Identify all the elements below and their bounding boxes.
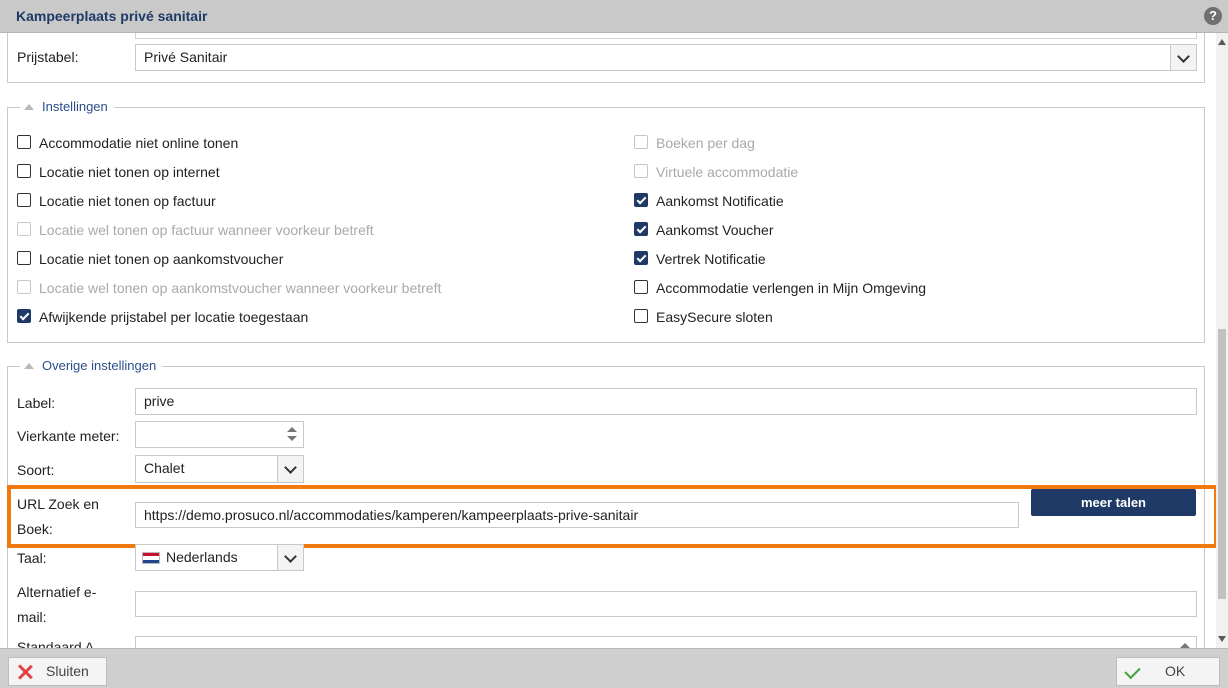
number-spinner[interactable] bbox=[287, 427, 297, 441]
alt-email-label-line2: mail: bbox=[17, 609, 47, 625]
scroll-up-icon[interactable] bbox=[1218, 39, 1226, 45]
checkmark-icon bbox=[1124, 662, 1141, 680]
checkbox-label: Locatie wel tonen op aankomstvoucher wan… bbox=[39, 280, 442, 296]
checkbox bbox=[17, 222, 31, 236]
scroll-down-icon[interactable] bbox=[1218, 636, 1226, 642]
checkbox-checked[interactable] bbox=[634, 222, 648, 236]
overige-legend[interactable]: Overige instellingen bbox=[20, 358, 163, 373]
spinner-up-icon[interactable] bbox=[287, 427, 297, 432]
soort-value: Chalet bbox=[144, 460, 185, 476]
checkbox-checked[interactable] bbox=[634, 193, 648, 207]
instellingen-legend[interactable]: Instellingen bbox=[20, 99, 114, 114]
checkbox-label: Aankomst Voucher bbox=[656, 222, 774, 238]
content-scrollbar[interactable] bbox=[1216, 33, 1228, 648]
prijstabel-label: Prijstabel: bbox=[17, 49, 79, 65]
soort-select[interactable]: Chalet bbox=[135, 455, 304, 483]
soort-dropdown-button[interactable] bbox=[277, 456, 303, 482]
ok-button[interactable]: OK bbox=[1116, 657, 1220, 686]
dialog-footer: Sluiten OK bbox=[0, 648, 1228, 688]
soort-label: Soort: bbox=[17, 462, 55, 478]
collapse-triangle-icon bbox=[24, 363, 34, 369]
checkbox[interactable] bbox=[17, 135, 31, 149]
checkbox-label: Locatie niet tonen op internet bbox=[39, 164, 220, 180]
collapse-triangle-icon bbox=[24, 104, 34, 110]
alt-email-label-line1: Alternatief e- bbox=[17, 584, 97, 600]
meer-talen-button[interactable]: meer talen bbox=[1031, 489, 1196, 516]
sluiten-button[interactable]: Sluiten bbox=[8, 657, 107, 686]
taal-label: Taal: bbox=[17, 550, 47, 566]
alt-email-input[interactable] bbox=[135, 591, 1197, 617]
cut-off-label: Standaard A... bbox=[17, 639, 106, 648]
flag-nl-icon bbox=[142, 552, 160, 564]
checkbox-label: Virtuele accommodatie bbox=[656, 164, 799, 180]
checkbox bbox=[634, 164, 648, 178]
checkbox bbox=[17, 280, 31, 294]
checkbox-checked[interactable] bbox=[17, 309, 31, 323]
checkbox-label: Vertrek Notificatie bbox=[656, 251, 766, 267]
checkbox-label: Accommodatie verlengen in Mijn Omgeving bbox=[656, 280, 927, 296]
sluiten-label: Sluiten bbox=[46, 663, 89, 679]
taal-select[interactable]: Nederlands bbox=[135, 544, 304, 571]
checkbox-label: EasySecure sloten bbox=[656, 309, 773, 325]
previous-field-edge bbox=[135, 33, 1197, 39]
dialog-titlebar: Kampeerplaats privé sanitair ? bbox=[0, 0, 1228, 33]
checkbox-label: Afwijkende prijstabel per locatie toeges… bbox=[39, 309, 309, 325]
instellingen-title: Instellingen bbox=[42, 99, 108, 114]
checkbox-label: Locatie niet tonen op factuur bbox=[39, 193, 216, 209]
checkbox[interactable] bbox=[634, 309, 648, 323]
checkbox[interactable] bbox=[634, 280, 648, 294]
checkbox bbox=[634, 135, 648, 149]
checkbox[interactable] bbox=[17, 251, 31, 265]
url-label-line1: URL Zoek en bbox=[17, 496, 99, 512]
chevron-down-icon bbox=[1177, 50, 1190, 63]
vierkante-meter-input[interactable] bbox=[135, 421, 304, 448]
taal-dropdown-button[interactable] bbox=[277, 545, 303, 570]
checkbox-label: Aankomst Notificatie bbox=[656, 193, 784, 209]
ok-label: OK bbox=[1165, 663, 1186, 679]
checkbox-label: Accommodatie niet online tonen bbox=[39, 135, 239, 151]
cut-off-textarea[interactable] bbox=[135, 636, 1197, 648]
taal-value: Nederlands bbox=[166, 549, 238, 565]
url-zoek-en-boek-input[interactable]: https://demo.prosuco.nl/accommodaties/ka… bbox=[135, 502, 1019, 528]
close-icon bbox=[17, 664, 33, 680]
checkbox[interactable] bbox=[17, 164, 31, 178]
checkbox-label: Locatie wel tonen op factuur wanneer voo… bbox=[39, 222, 374, 238]
dialog-title: Kampeerplaats privé sanitair bbox=[16, 8, 208, 24]
scrollbar-thumb[interactable] bbox=[1218, 329, 1226, 599]
label-input[interactable]: prive bbox=[135, 388, 1197, 415]
prijstabel-value: Privé Sanitair bbox=[144, 49, 228, 65]
url-label-line2: Boek: bbox=[17, 521, 53, 537]
label-label: Label: bbox=[17, 395, 56, 411]
overige-title: Overige instellingen bbox=[42, 358, 157, 373]
checkbox-label: Boeken per dag bbox=[656, 135, 755, 151]
checkbox[interactable] bbox=[17, 193, 31, 207]
checkbox-checked[interactable] bbox=[634, 251, 648, 265]
dialog-content: Prijstabel: Privé Sanitair Instellingen … bbox=[0, 33, 1216, 648]
prijstabel-dropdown-button[interactable] bbox=[1170, 45, 1196, 70]
vierkante-meter-label: Vierkante meter: bbox=[17, 428, 120, 444]
chevron-down-icon bbox=[284, 461, 297, 474]
chevron-down-icon bbox=[284, 550, 297, 563]
checkbox-label: Locatie niet tonen op aankomstvoucher bbox=[39, 251, 284, 267]
spinner-down-icon[interactable] bbox=[287, 436, 297, 441]
prijstabel-select[interactable]: Privé Sanitair bbox=[135, 44, 1197, 71]
help-icon[interactable]: ? bbox=[1204, 7, 1222, 25]
